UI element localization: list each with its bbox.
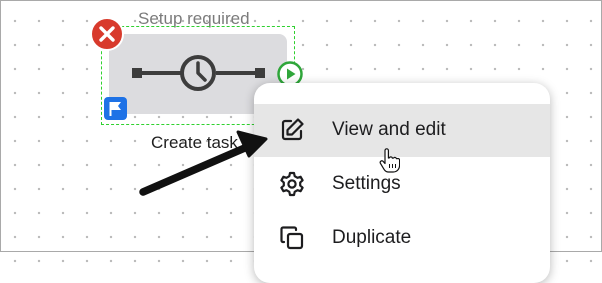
gear-icon — [280, 171, 304, 197]
menu-item-view-and-edit[interactable]: View and edit — [254, 104, 550, 157]
context-menu: View and edit Settings Duplicate — [254, 83, 550, 283]
menu-item-duplicate[interactable]: Duplicate — [254, 212, 550, 265]
menu-item-settings[interactable]: Settings — [254, 158, 550, 211]
flag-icon — [109, 102, 121, 116]
flag-badge[interactable] — [104, 97, 127, 120]
node-name-label: Create task — [151, 133, 238, 152]
hand-pointer-cursor — [379, 148, 400, 173]
error-badge[interactable] — [90, 17, 124, 51]
menu-item-label: View and edit — [332, 119, 446, 140]
edit-pencil-icon — [281, 118, 304, 141]
menu-item-label: Settings — [332, 173, 401, 194]
duplicate-icon — [280, 226, 304, 250]
close-x-icon — [99, 26, 115, 42]
menu-item-label: Duplicate — [332, 227, 412, 248]
